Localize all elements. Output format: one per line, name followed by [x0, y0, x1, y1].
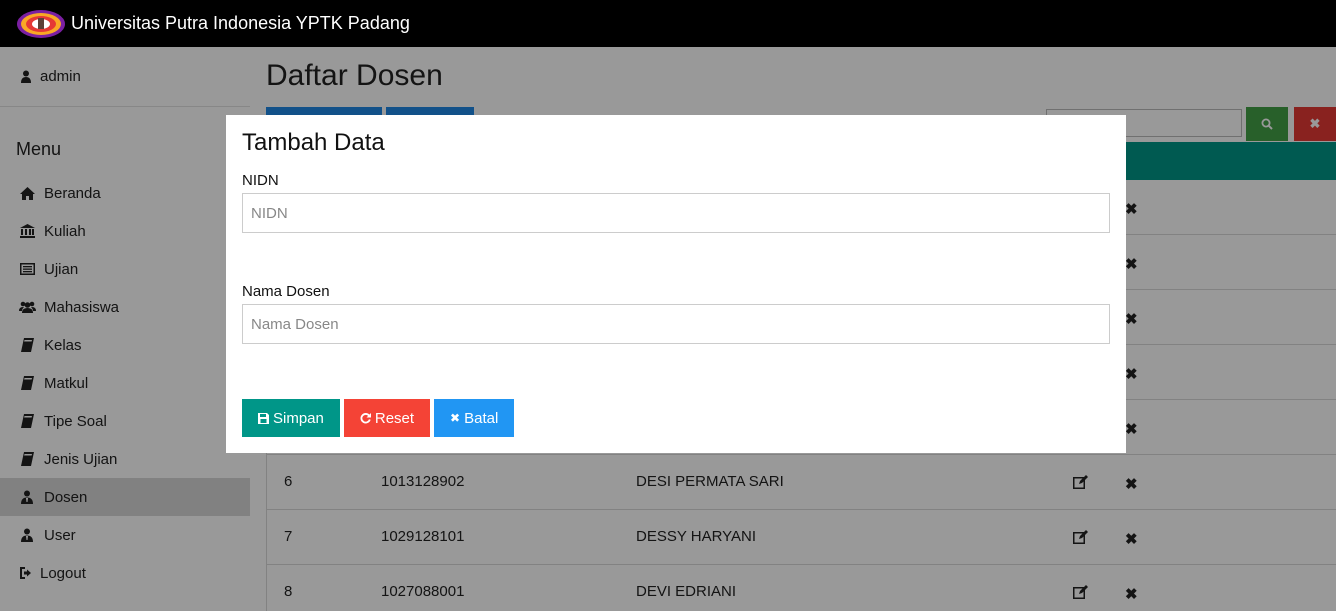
reset-button[interactable]: Reset	[343, 399, 431, 437]
floppy-icon	[258, 412, 269, 424]
cancel-button-label: Batal	[464, 409, 499, 427]
top-navbar: Universitas Putra Indonesia YPTK Padang	[0, 0, 1336, 47]
modal-actions: Simpan Reset ✖ Batal	[242, 399, 515, 437]
reset-button-label: Reset	[374, 409, 415, 427]
cancel-button[interactable]: ✖ Batal	[434, 399, 515, 437]
university-logo	[17, 9, 65, 38]
save-button[interactable]: Simpan	[242, 399, 340, 437]
brand-title[interactable]: Universitas Putra Indonesia YPTK Padang	[71, 13, 410, 34]
save-button-label: Simpan	[273, 409, 324, 427]
nama-dosen-input[interactable]	[242, 304, 1110, 344]
modal-title: Tambah Data	[242, 129, 385, 156]
nidn-label: NIDN	[242, 172, 279, 189]
nama-dosen-label: Nama Dosen	[242, 283, 330, 300]
close-icon: ✖	[450, 411, 461, 425]
add-data-modal: Tambah Data NIDN Nama Dosen Simpan Reset…	[226, 115, 1126, 453]
nidn-input[interactable]	[242, 193, 1110, 233]
refresh-icon	[360, 412, 371, 423]
